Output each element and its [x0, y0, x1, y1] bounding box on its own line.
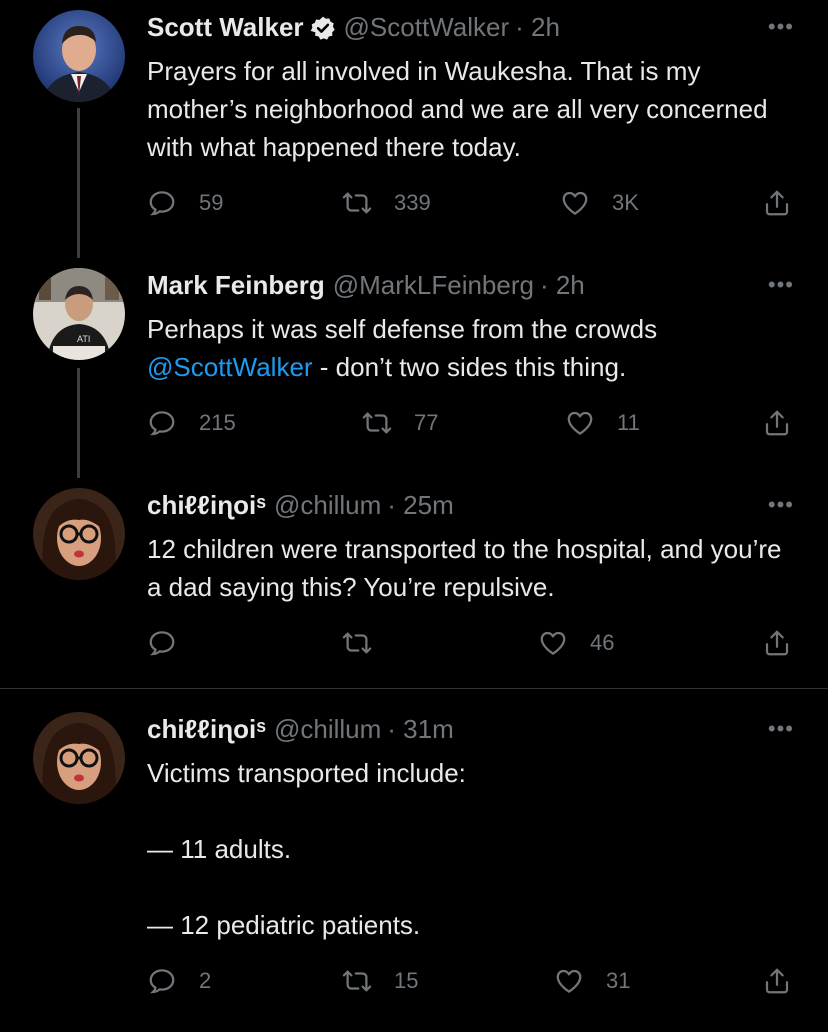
- tweet-header: Scott Walker @ScottWalker · 2h: [147, 12, 560, 43]
- more-icon[interactable]: •••: [768, 14, 794, 40]
- share-icon: [765, 410, 789, 436]
- tweet-header: chiℓℓiɳoiˢ @chillum · 25m: [147, 490, 454, 521]
- reply-button[interactable]: 59: [147, 188, 223, 218]
- retweet-icon: [362, 412, 392, 434]
- display-name[interactable]: Mark Feinberg: [147, 270, 325, 301]
- handle[interactable]: @chillum: [274, 714, 381, 745]
- share-button[interactable]: [762, 408, 792, 438]
- reply-count: 59: [199, 190, 224, 215]
- retweet-count: 77: [414, 410, 439, 435]
- tweet-header: chiℓℓiɳoiˢ @chillum · 31m: [147, 714, 454, 745]
- retweet-button[interactable]: 15: [342, 966, 418, 996]
- share-icon: [765, 630, 789, 656]
- tweet-chillum-reply[interactable]: chiℓℓiɳoiˢ @chillum · 25m ••• 12 childre…: [0, 478, 828, 688]
- display-name[interactable]: chiℓℓiɳoiˢ: [147, 714, 266, 745]
- share-icon: [765, 968, 789, 994]
- avatar[interactable]: [33, 488, 125, 580]
- tweet-chillum-followup[interactable]: chiℓℓiɳoiˢ @chillum · 31m ••• Victims tr…: [0, 702, 828, 1032]
- retweet-button[interactable]: 77: [362, 408, 438, 438]
- tweet-mark-feinberg[interactable]: ATI Mark Feinberg @MarkLFeinberg · 2h ••…: [0, 258, 828, 478]
- like-button[interactable]: 3K: [560, 188, 639, 218]
- tweet-text-part: Perhaps it was self defense from the cro…: [147, 314, 665, 344]
- avatar[interactable]: ATI: [33, 268, 125, 360]
- retweet-icon: [342, 632, 372, 654]
- display-name[interactable]: Scott Walker: [147, 12, 304, 43]
- reply-icon: [149, 969, 175, 994]
- like-count: 31: [606, 968, 631, 993]
- tweet-text: Prayers for all involved in Waukesha. Th…: [147, 56, 775, 162]
- handle[interactable]: @ScottWalker: [344, 12, 510, 43]
- tweet-text: Perhaps it was self defense from the cro…: [147, 310, 787, 386]
- more-icon[interactable]: •••: [768, 272, 794, 298]
- display-name[interactable]: chiℓℓiɳoiˢ: [147, 490, 266, 521]
- timestamp[interactable]: · 2h: [540, 270, 585, 301]
- reply-count: 2: [199, 968, 212, 993]
- more-icon[interactable]: •••: [768, 716, 794, 742]
- tweet-text: Victims transported include: — 11 adults…: [147, 758, 466, 940]
- reply-button[interactable]: 215: [147, 408, 236, 438]
- retweet-count: 15: [394, 968, 419, 993]
- tweet-actions: 59 339 3K: [0, 188, 828, 228]
- tweet-scott-walker[interactable]: Scott Walker @ScottWalker · 2h ••• Praye…: [0, 0, 828, 250]
- retweet-count: 339: [394, 190, 431, 215]
- reply-icon: [149, 411, 175, 436]
- timestamp[interactable]: · 2h: [515, 12, 560, 43]
- reply-icon: [149, 191, 175, 216]
- avatar[interactable]: [33, 10, 125, 102]
- handle[interactable]: @chillum: [274, 490, 381, 521]
- tweet-actions: 215 77 11: [0, 408, 828, 448]
- like-count: 3K: [612, 190, 639, 215]
- retweet-icon: [342, 970, 372, 992]
- retweet-button[interactable]: 339: [342, 188, 431, 218]
- like-icon: [562, 191, 588, 215]
- retweet-icon: [342, 192, 372, 214]
- like-button[interactable]: 46: [538, 628, 614, 658]
- more-icon[interactable]: •••: [768, 492, 794, 518]
- share-button[interactable]: [762, 628, 792, 658]
- handle[interactable]: @MarkLFeinberg: [333, 270, 534, 301]
- like-button[interactable]: 31: [554, 966, 630, 996]
- reply-icon: [149, 631, 175, 656]
- like-icon: [540, 631, 566, 655]
- share-button[interactable]: [762, 966, 792, 996]
- share-icon: [765, 190, 789, 216]
- reply-button[interactable]: 2: [147, 966, 211, 996]
- tweet-actions: 2 15 31: [0, 966, 828, 1006]
- tweet-text-part: - don’t two sides this thing.: [312, 352, 627, 382]
- like-icon: [567, 411, 593, 435]
- like-count: 11: [617, 410, 640, 435]
- tweet-text: 12 children were transported to the hosp…: [147, 534, 789, 602]
- tweet-header: Mark Feinberg @MarkLFeinberg · 2h: [147, 270, 585, 301]
- divider: [0, 688, 828, 689]
- verified-badge-icon: [310, 15, 336, 41]
- like-icon: [556, 969, 582, 993]
- retweet-button[interactable]: [342, 628, 394, 658]
- like-count: 46: [590, 630, 615, 655]
- svg-text:ATI: ATI: [77, 334, 90, 344]
- like-button[interactable]: 11: [565, 408, 640, 438]
- tweet-actions: 46: [0, 628, 828, 668]
- timestamp[interactable]: · 25m: [387, 490, 453, 521]
- reply-count: 215: [199, 410, 236, 435]
- timestamp[interactable]: · 31m: [387, 714, 453, 745]
- share-button[interactable]: [762, 188, 792, 218]
- mention-link[interactable]: @ScottWalker: [147, 352, 313, 382]
- reply-button[interactable]: [147, 628, 199, 658]
- avatar[interactable]: [33, 712, 125, 804]
